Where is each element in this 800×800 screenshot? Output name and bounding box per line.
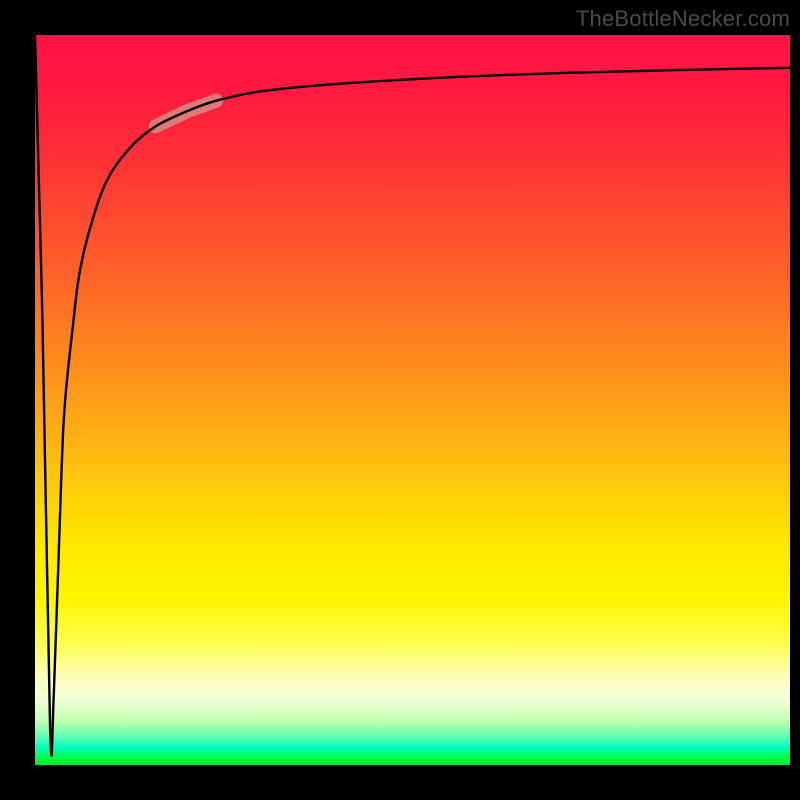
watermark-text: TheBottleNecker.com (576, 6, 790, 32)
chart-plot-area (35, 35, 790, 765)
chart-curve (35, 35, 790, 756)
chart-frame: TheBottleNecker.com (0, 0, 800, 800)
chart-svg (35, 35, 790, 765)
